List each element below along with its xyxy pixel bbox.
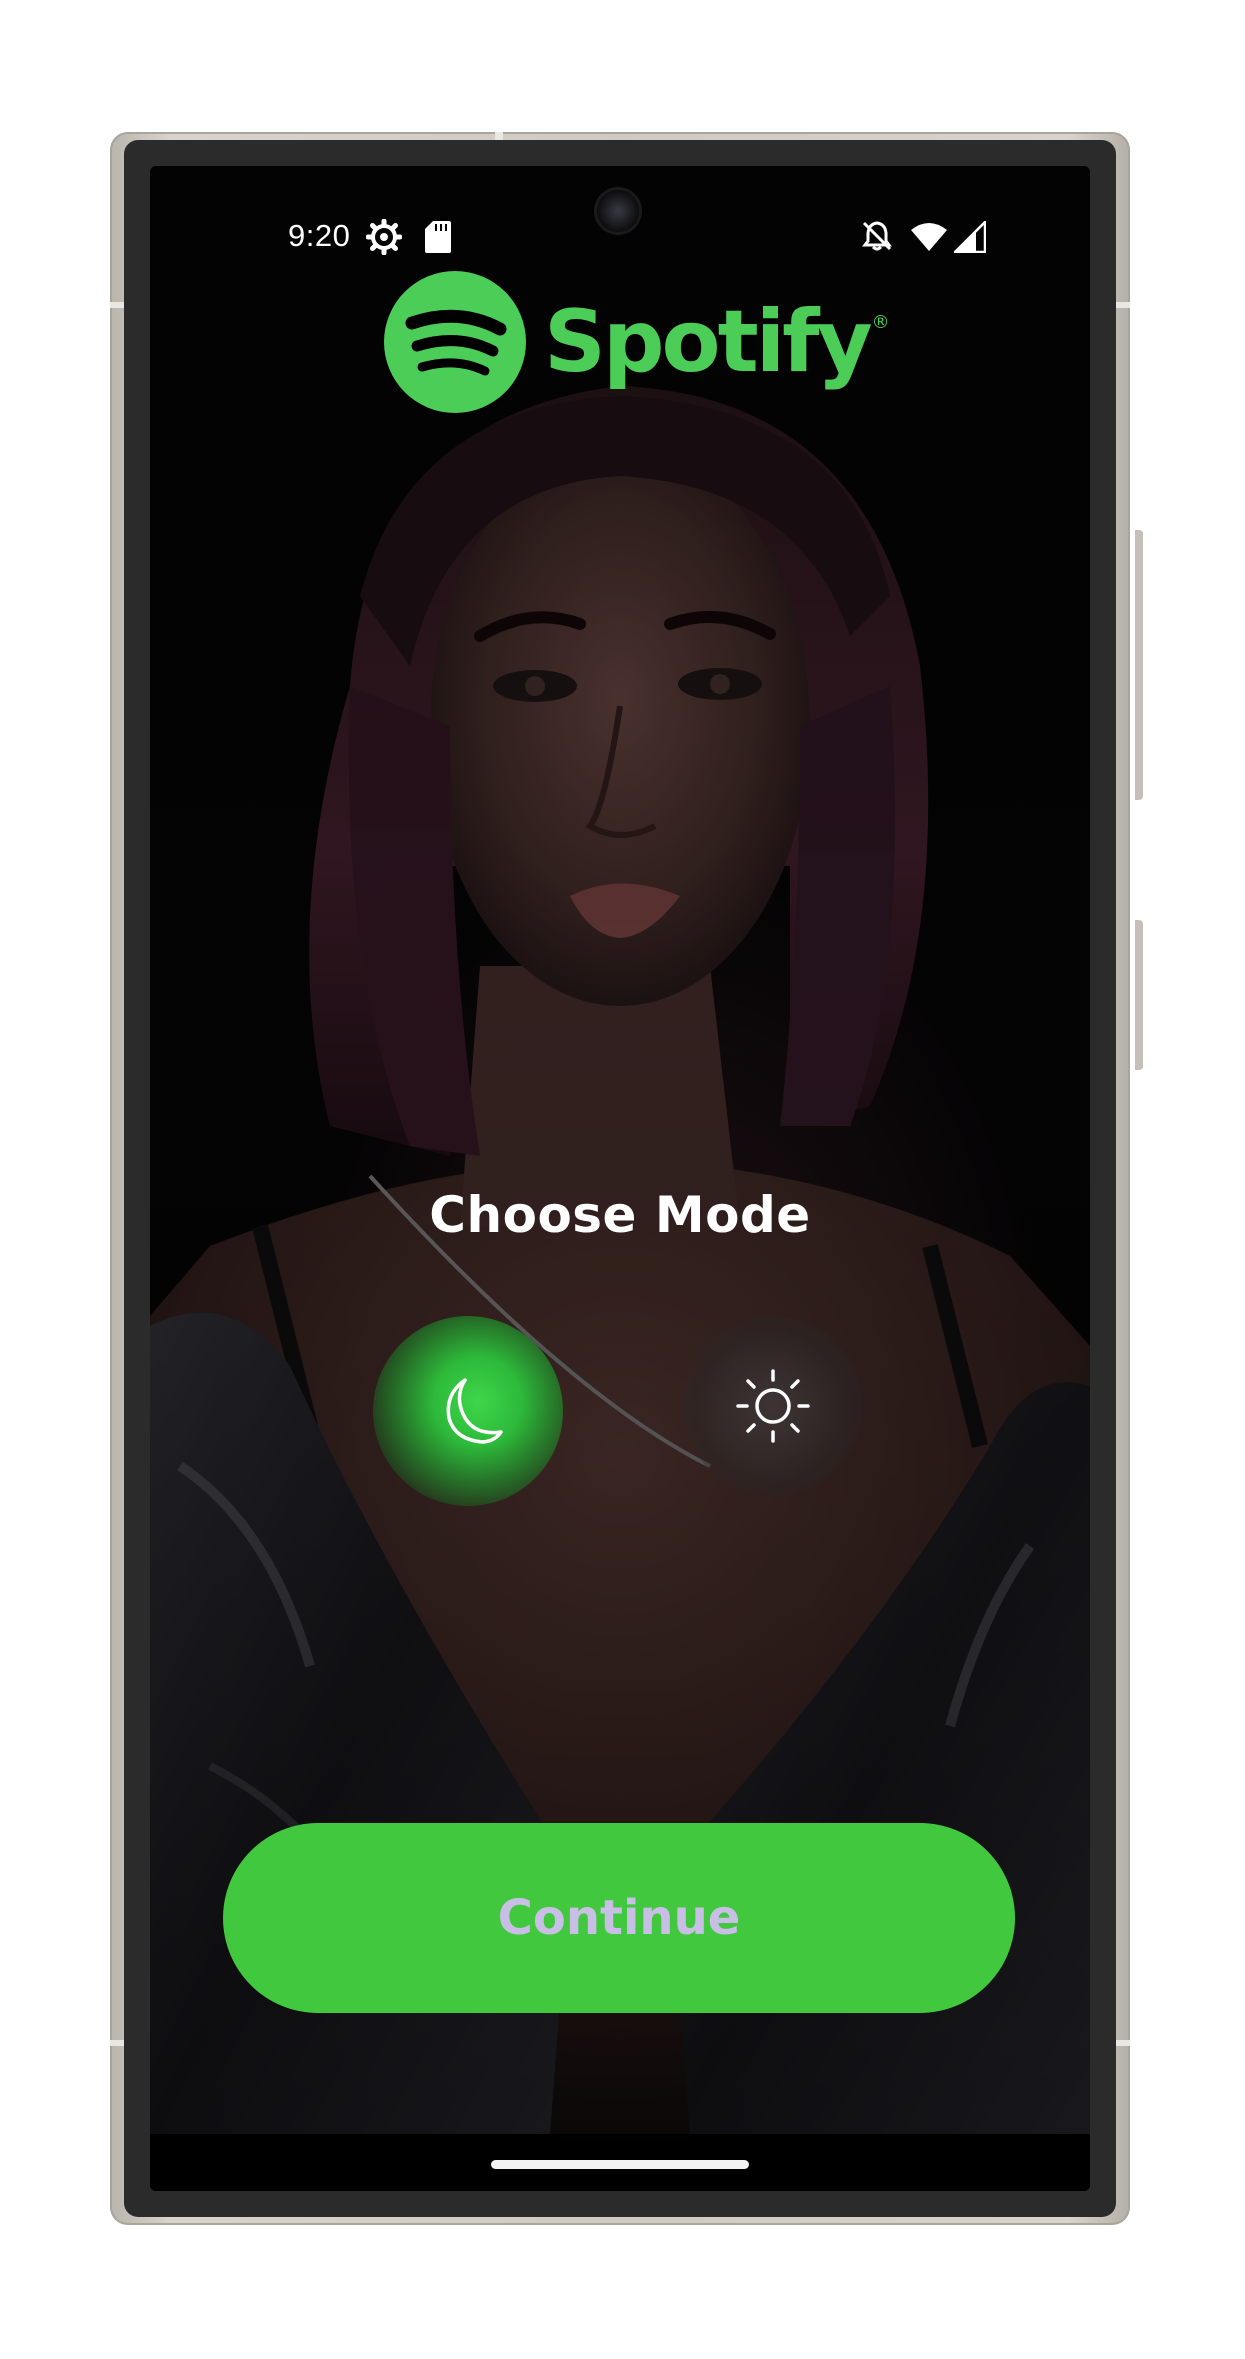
- moon-icon: [446, 1378, 503, 1444]
- sun-icon: [736, 1369, 810, 1443]
- dark-mode-button[interactable]: [373, 1316, 563, 1506]
- status-time: 9:20: [288, 218, 351, 253]
- antenna-line: [1116, 302, 1130, 308]
- power-key[interactable]: [1135, 920, 1143, 1070]
- spotify-wordmark: Spotify: [544, 292, 873, 392]
- spotify-icon: [384, 271, 526, 413]
- continue-button[interactable]: Continue: [223, 1823, 1015, 2013]
- settings-gear-icon: [365, 218, 403, 260]
- status-bar: 9:20: [150, 166, 1090, 256]
- page: 9:20 Spotify ® Choose Mode Continue: [0, 0, 1245, 2359]
- registered-mark: ®: [871, 312, 890, 333]
- home-indicator[interactable]: [491, 2160, 749, 2169]
- sd-card-icon: [425, 221, 451, 258]
- cellular-signal-icon: [951, 218, 987, 258]
- choose-mode-title: Choose Mode: [429, 1186, 811, 1244]
- screen: 9:20 Spotify ® Choose Mode Continue: [150, 166, 1090, 2191]
- notifications-off-icon: [861, 220, 893, 257]
- antenna-line: [110, 2040, 124, 2046]
- wifi-icon: [910, 222, 948, 257]
- antenna-line: [1116, 2040, 1130, 2046]
- antenna-line: [110, 302, 124, 308]
- light-mode-button[interactable]: [683, 1316, 863, 1496]
- volume-key[interactable]: [1135, 530, 1143, 800]
- spotify-logo: Spotify ®: [384, 270, 890, 414]
- front-camera: [597, 190, 639, 232]
